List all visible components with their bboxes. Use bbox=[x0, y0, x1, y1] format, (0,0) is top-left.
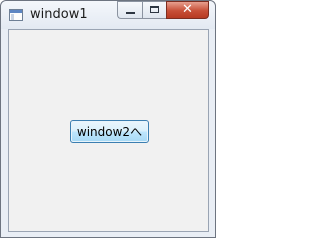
window-frame: window1 ✕ window2へ bbox=[0, 0, 216, 238]
close-button[interactable]: ✕ bbox=[166, 1, 209, 19]
title-bar[interactable]: window1 ✕ bbox=[1, 1, 215, 29]
window-app-icon[interactable] bbox=[9, 9, 23, 21]
window-title: window1 bbox=[30, 7, 88, 22]
open-window2-button[interactable]: window2へ bbox=[70, 120, 149, 143]
window-content-area: window2へ bbox=[8, 29, 209, 232]
maximize-icon bbox=[150, 6, 159, 13]
minimize-icon bbox=[126, 12, 135, 14]
maximize-button[interactable] bbox=[142, 1, 166, 19]
close-icon: ✕ bbox=[182, 2, 193, 17]
minimize-button[interactable] bbox=[117, 1, 142, 19]
